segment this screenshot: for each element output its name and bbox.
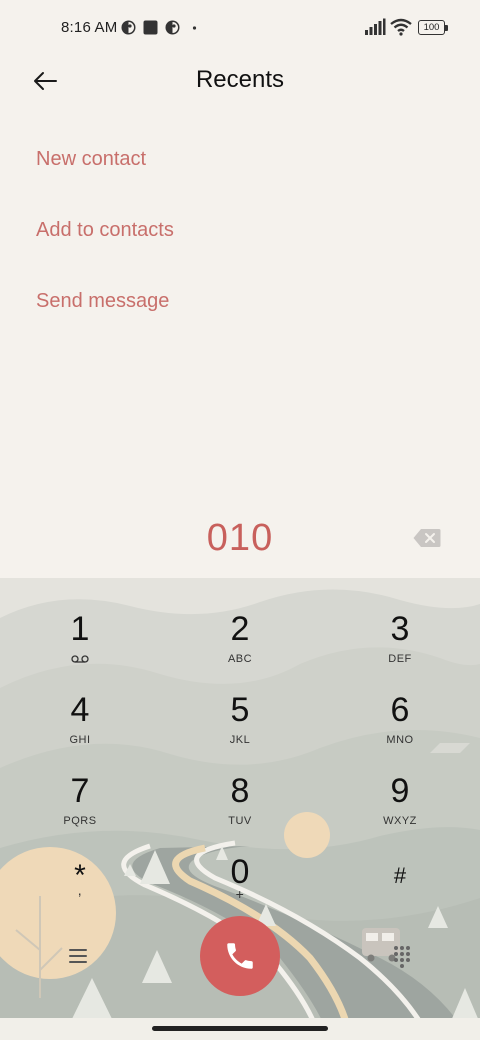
key-7[interactable]: 7 PQRS: [20, 771, 140, 843]
key-digit: 2: [230, 610, 250, 648]
page-title: Recents: [195, 66, 285, 93]
status-bar: 8:16 AM 100: [0, 0, 480, 56]
signal-icon: [365, 18, 386, 35]
menu-button[interactable]: [62, 942, 94, 970]
more-notifications-dot-icon: [192, 26, 197, 30]
key-9[interactable]: 9 WXYZ: [340, 771, 460, 843]
key-digit: #: [393, 863, 407, 888]
key-letters: GHI: [69, 734, 91, 746]
key-hash[interactable]: #: [340, 852, 460, 924]
hamburger-menu-icon: [69, 949, 87, 963]
key-digit: 1: [70, 610, 90, 648]
dialpad-icon: [394, 946, 410, 968]
key-3[interactable]: 3 DEF: [340, 609, 460, 681]
key-digit: 8: [230, 772, 250, 810]
key-digit: 5: [230, 691, 250, 729]
notification-app-icon-2: [165, 20, 180, 35]
notification-square-icon: [143, 20, 158, 35]
battery-icon: 100: [418, 20, 448, 35]
status-time: 8:16 AM: [61, 19, 118, 36]
key-letters: JKL: [229, 734, 251, 746]
key-letters: ,: [77, 882, 83, 898]
key-digit: 4: [70, 691, 90, 729]
call-button[interactable]: [200, 916, 280, 996]
key-4[interactable]: 4 GHI: [20, 690, 140, 762]
key-digit: 3: [390, 610, 410, 648]
key-letters: ABC: [227, 653, 253, 665]
key-digit: 9: [390, 772, 410, 810]
key-6[interactable]: 6 MNO: [340, 690, 460, 762]
key-5[interactable]: 5 JKL: [180, 690, 300, 762]
dialpad-toggle-button[interactable]: [386, 940, 418, 972]
voicemail-icon: [71, 655, 89, 663]
dialed-number: 010: [206, 517, 274, 559]
key-letters: WXYZ: [383, 815, 417, 827]
new-contact-link[interactable]: New contact: [36, 148, 146, 171]
wifi-icon: [390, 18, 412, 36]
key-2[interactable]: 2 ABC: [180, 609, 300, 681]
send-message-link[interactable]: Send message: [36, 290, 169, 313]
key-letters: +: [235, 886, 245, 902]
notification-app-icon: [121, 20, 136, 35]
key-star[interactable]: * ,: [20, 852, 140, 924]
add-to-contacts-link[interactable]: Add to contacts: [36, 219, 174, 242]
key-letters: PQRS: [63, 815, 97, 827]
backspace-icon: [413, 529, 441, 547]
backspace-button[interactable]: [412, 527, 442, 549]
key-letters: MNO: [386, 734, 414, 746]
gesture-navigation-handle[interactable]: [152, 1026, 328, 1031]
key-digit: 7: [70, 772, 90, 810]
key-letters: DEF: [388, 653, 412, 665]
key-digit: 6: [390, 691, 410, 729]
key-1[interactable]: 1: [20, 609, 140, 681]
key-letters: TUV: [228, 815, 252, 827]
key-0[interactable]: 0 +: [180, 852, 300, 924]
key-8[interactable]: 8 TUV: [180, 771, 300, 843]
battery-level: 100: [423, 22, 440, 33]
phone-icon: [227, 943, 253, 969]
